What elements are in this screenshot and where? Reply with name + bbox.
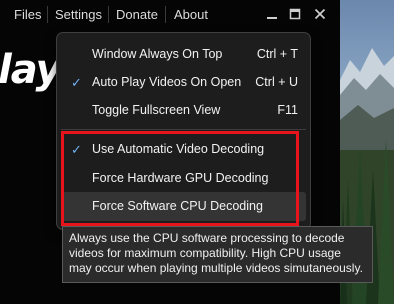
minimize-button[interactable] [262,5,282,23]
maximize-button[interactable] [285,5,305,23]
app-logo-text: lay [0,47,62,93]
menu-item-shortcut: Ctrl + T [256,47,298,61]
tooltip: Always use the CPU software processing t… [62,226,373,283]
menu-files[interactable]: Files [14,7,41,22]
menu-item-label: Window Always On Top [92,47,223,61]
close-icon [314,8,326,20]
menu-item-label: Toggle Fullscreen View [92,103,221,117]
maximize-icon [289,8,301,20]
menu-item-shortcut: F11 [277,103,298,117]
menu-item-toggle-fullscreen[interactable]: Toggle Fullscreen View F11 [57,96,310,125]
menu-separator [108,6,109,23]
red-highlight-annotation-box [61,131,299,226]
menu-bar: Files Settings Donate About [0,0,340,30]
menu-separator [47,6,48,23]
menu-item-label: Auto Play Videos On Open [92,75,242,89]
menu-settings[interactable]: Settings [55,7,102,22]
minimize-icon [267,17,277,19]
menu-divider [61,129,306,130]
menu-item-auto-play-videos[interactable]: ✓ Auto Play Videos On Open Ctrl + U [57,68,310,97]
menu-separator [165,6,166,23]
checkmark-icon: ✓ [71,75,82,90]
menu-item-window-always-on-top[interactable]: Window Always On Top Ctrl + T [57,40,310,69]
close-button[interactable] [310,5,330,23]
menu-donate[interactable]: Donate [116,7,158,22]
menu-about[interactable]: About [174,7,208,22]
menu-item-shortcut: Ctrl + U [255,75,298,89]
